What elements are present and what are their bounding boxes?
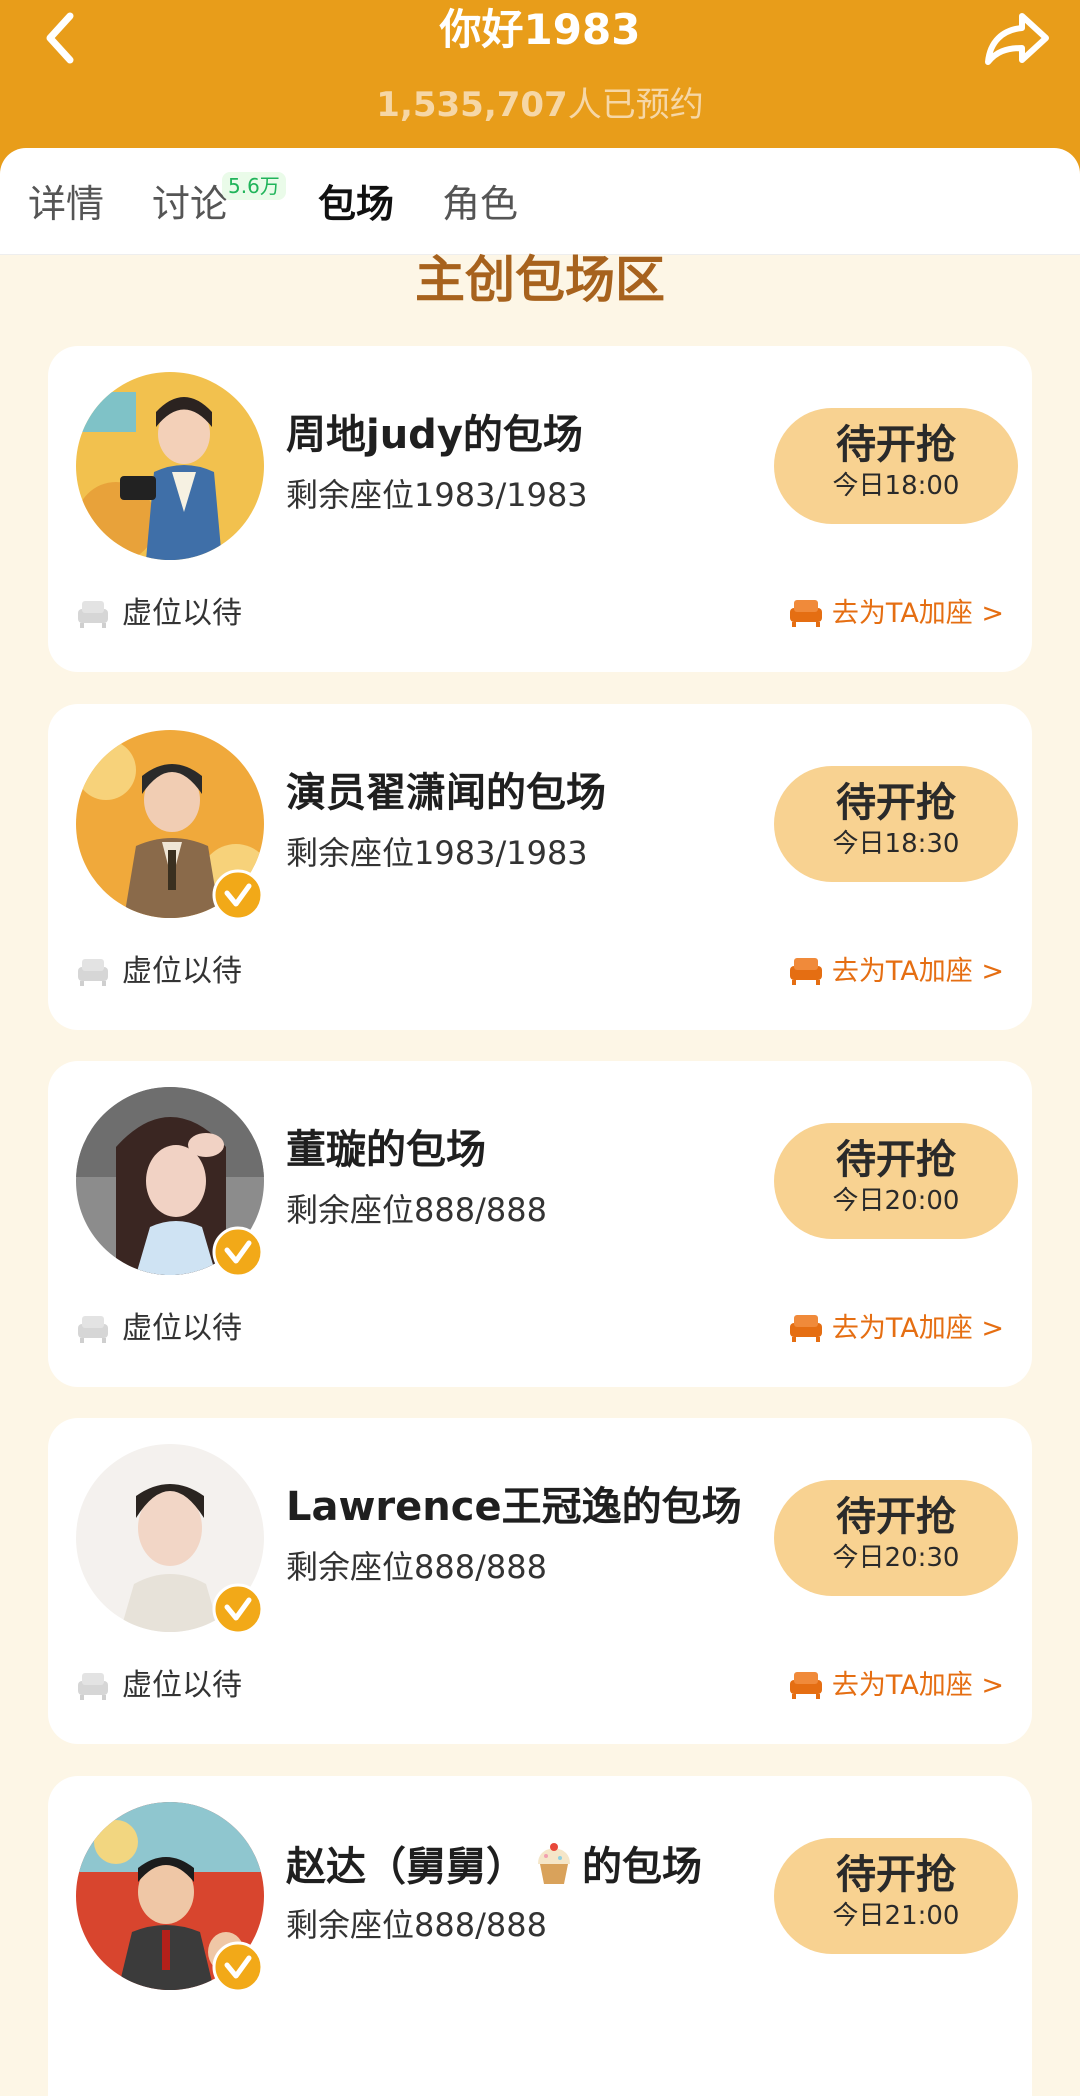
screening-card[interactable]: 演员翟潇闻的包场 剩余座位1983/1983 待开抢 今日18:30 虚位以待 … — [48, 704, 1032, 1030]
cupcake-icon — [538, 1843, 570, 1884]
verified-check-icon — [212, 1583, 264, 1635]
add-seat-link[interactable]: 去为TA加座 > — [788, 952, 1004, 992]
tab-characters[interactable]: 角色 — [442, 178, 518, 230]
vacant-label: 虚位以待 — [122, 954, 242, 989]
remaining-seats: 剩余座位888/888 — [286, 1548, 547, 1586]
share-arrow-icon — [985, 13, 1049, 65]
screening-card[interactable]: Lawrence王冠逸的包场 剩余座位888/888 待开抢 今日20:30 虚… — [48, 1418, 1032, 1744]
remaining-seats: 剩余座位888/888 — [286, 1906, 547, 1944]
sofa-icon — [789, 1315, 822, 1342]
sofa-icon — [78, 1316, 108, 1343]
grab-button-time: 今日21:00 — [832, 1901, 960, 1931]
grab-ticket-button[interactable]: 待开抢 今日20:30 — [774, 1480, 1018, 1596]
grab-button-label: 待开抢 — [836, 422, 956, 468]
verified-check-icon — [212, 1226, 264, 1278]
sofa-icon — [78, 1673, 108, 1700]
reservation-number: 1,535,707 — [376, 85, 568, 125]
avatar[interactable] — [76, 372, 264, 560]
vacant-label: 虚位以待 — [122, 1311, 242, 1346]
add-seat-link[interactable]: 去为TA加座 > — [788, 1666, 1004, 1706]
share-button[interactable] — [982, 8, 1052, 68]
grab-button-label: 待开抢 — [836, 1137, 956, 1183]
add-seat-label: 去为TA加座 > — [831, 1670, 1004, 1701]
remaining-seats: 剩余座位1983/1983 — [286, 834, 588, 872]
grab-button-time: 今日18:30 — [832, 829, 960, 859]
host-name-prefix: 赵达（舅舅） — [286, 1844, 526, 1890]
vacant-label: 虚位以待 — [122, 596, 242, 631]
sofa-icon — [789, 1672, 822, 1699]
sofa-icon — [789, 958, 822, 985]
tab-discussion[interactable]: 讨论 — [152, 178, 228, 230]
sofa-icon — [78, 959, 108, 986]
remaining-seats: 剩余座位888/888 — [286, 1191, 547, 1229]
verified-check-icon — [212, 869, 264, 921]
add-seat-link[interactable]: 去为TA加座 > — [788, 594, 1004, 634]
grab-button-time: 今日20:30 — [832, 1543, 960, 1573]
grab-button-label: 待开抢 — [836, 1852, 956, 1898]
sofa-icon — [789, 600, 822, 627]
vacant-seat-status: 虚位以待 — [76, 952, 242, 992]
add-seat-label: 去为TA加座 > — [831, 598, 1004, 629]
host-name-suffix: 的包场 — [582, 1844, 702, 1890]
grab-ticket-button[interactable]: 待开抢 今日21:00 — [774, 1838, 1018, 1954]
discussion-count-badge: 5.6万 — [222, 172, 286, 200]
add-seat-label: 去为TA加座 > — [831, 1313, 1004, 1344]
section-title: 主创包场区 — [415, 251, 665, 309]
grab-ticket-button[interactable]: 待开抢 今日18:30 — [774, 766, 1018, 882]
host-name: 周地judy的包场 — [286, 412, 583, 458]
grab-button-label: 待开抢 — [836, 780, 956, 826]
grab-button-time: 今日18:00 — [832, 471, 960, 501]
reservation-label: 人已预约 — [567, 85, 704, 125]
grab-button-time: 今日20:00 — [832, 1186, 960, 1216]
host-name: 赵达（舅舅） 的包场 — [286, 1840, 702, 1892]
host-name: 演员翟潇闻的包场 — [286, 770, 606, 816]
tab-private-screening[interactable]: 包场 — [318, 178, 394, 230]
screening-card[interactable]: 周地judy的包场 剩余座位1983/1983 待开抢 今日18:00 虚位以待… — [48, 346, 1032, 672]
grab-button-label: 待开抢 — [836, 1494, 956, 1540]
vacant-seat-status: 虚位以待 — [76, 594, 242, 634]
vacant-seat-status: 虚位以待 — [76, 1666, 242, 1706]
grab-ticket-button[interactable]: 待开抢 今日20:00 — [774, 1123, 1018, 1239]
add-seat-label: 去为TA加座 > — [831, 956, 1004, 987]
reservation-count: 1,535,707人已预约 — [0, 82, 1080, 128]
sofa-icon — [78, 601, 108, 628]
vacant-seat-status: 虚位以待 — [76, 1309, 242, 1349]
screening-card[interactable]: 董璇的包场 剩余座位888/888 待开抢 今日20:00 虚位以待 去为TA加… — [48, 1061, 1032, 1387]
remaining-seats: 剩余座位1983/1983 — [286, 476, 588, 514]
vacant-label: 虚位以待 — [122, 1668, 242, 1703]
verified-check-icon — [212, 1941, 264, 1993]
host-name: 董璇的包场 — [286, 1127, 486, 1173]
screening-card[interactable]: 赵达（舅舅） 的包场 剩余座位888/888 待开抢 今日21:00 — [48, 1776, 1032, 2096]
host-name: Lawrence王冠逸的包场 — [286, 1484, 742, 1530]
add-seat-link[interactable]: 去为TA加座 > — [788, 1309, 1004, 1349]
tab-details[interactable]: 详情 — [28, 178, 104, 230]
page-title: 你好1983 — [439, 5, 641, 54]
grab-ticket-button[interactable]: 待开抢 今日18:00 — [774, 408, 1018, 524]
tab-bar: 详情 讨论 5.6万 包场 角色 — [0, 148, 1080, 255]
